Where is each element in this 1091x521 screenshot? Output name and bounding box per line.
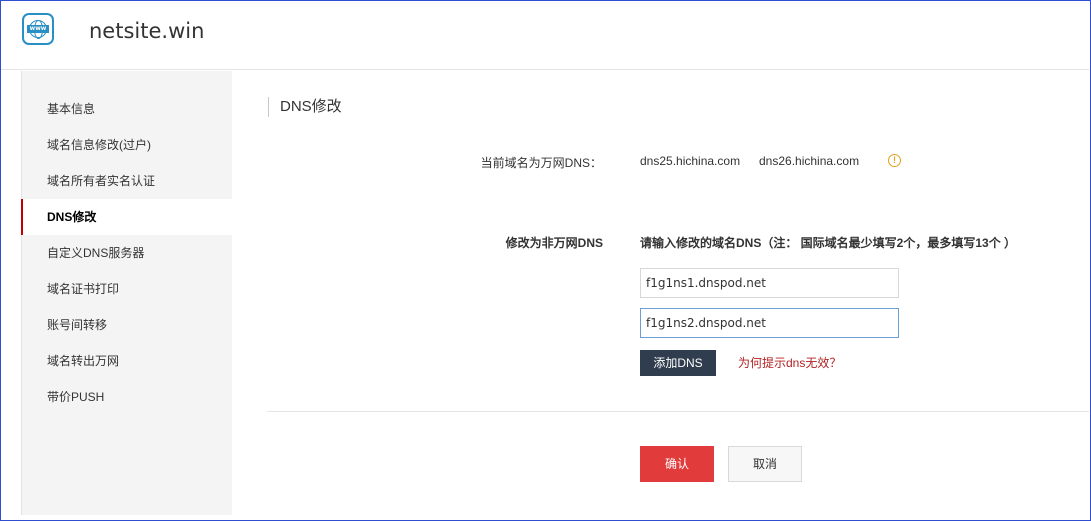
- sidebar: 基本信息 域名信息修改(过户) 域名所有者实名认证 DNS修改 自定义DNS服务…: [21, 71, 233, 515]
- confirm-button[interactable]: 确认: [640, 446, 714, 482]
- current-dns-label: 当前域名为万网DNS：: [480, 156, 602, 170]
- dns-input-2[interactable]: [640, 308, 899, 338]
- dns-input-1[interactable]: [640, 268, 899, 298]
- sidebar-item-custom-dns-server[interactable]: 自定义DNS服务器: [22, 235, 233, 271]
- dns-instruction: 请输入修改的域名DNS（注： 国际域名最少填写2个，最多填写13个 ）: [640, 236, 1017, 250]
- page-title: DNS修改: [268, 97, 342, 117]
- dns-invalid-help-link[interactable]: 为何提示dns无效？: [738, 354, 841, 371]
- sidebar-item-real-name[interactable]: 域名所有者实名认证: [22, 163, 233, 199]
- sidebar-item-transfer-owner[interactable]: 域名信息修改(过户): [22, 127, 233, 163]
- site-title: netsite.win: [89, 19, 205, 43]
- logo-text: www: [27, 25, 49, 33]
- sidebar-item-dns[interactable]: DNS修改: [21, 199, 233, 235]
- warning-icon[interactable]: !: [888, 154, 901, 167]
- main-content: DNS修改 当前域名为万网DNS： dns25.hichina.com dns2…: [232, 71, 1089, 515]
- current-dns-1: dns25.hichina.com: [640, 154, 741, 168]
- sidebar-item-price-push[interactable]: 带价PUSH: [22, 379, 233, 415]
- sidebar-item-basic-info[interactable]: 基本信息: [22, 91, 233, 127]
- current-dns-2: dns26.hichina.com: [759, 154, 860, 168]
- divider: [267, 411, 1089, 412]
- sidebar-item-account-transfer[interactable]: 账号间转移: [22, 307, 233, 343]
- add-dns-button[interactable]: 添加DNS: [640, 350, 716, 376]
- www-logo-icon: www: [22, 13, 54, 45]
- sidebar-item-transfer-out[interactable]: 域名转出万网: [22, 343, 233, 379]
- header: www netsite.win: [1, 1, 1089, 70]
- sidebar-item-certificate-print[interactable]: 域名证书打印: [22, 271, 233, 307]
- change-dns-label: 修改为非万网DNS: [505, 236, 603, 250]
- cancel-button[interactable]: 取消: [728, 446, 802, 482]
